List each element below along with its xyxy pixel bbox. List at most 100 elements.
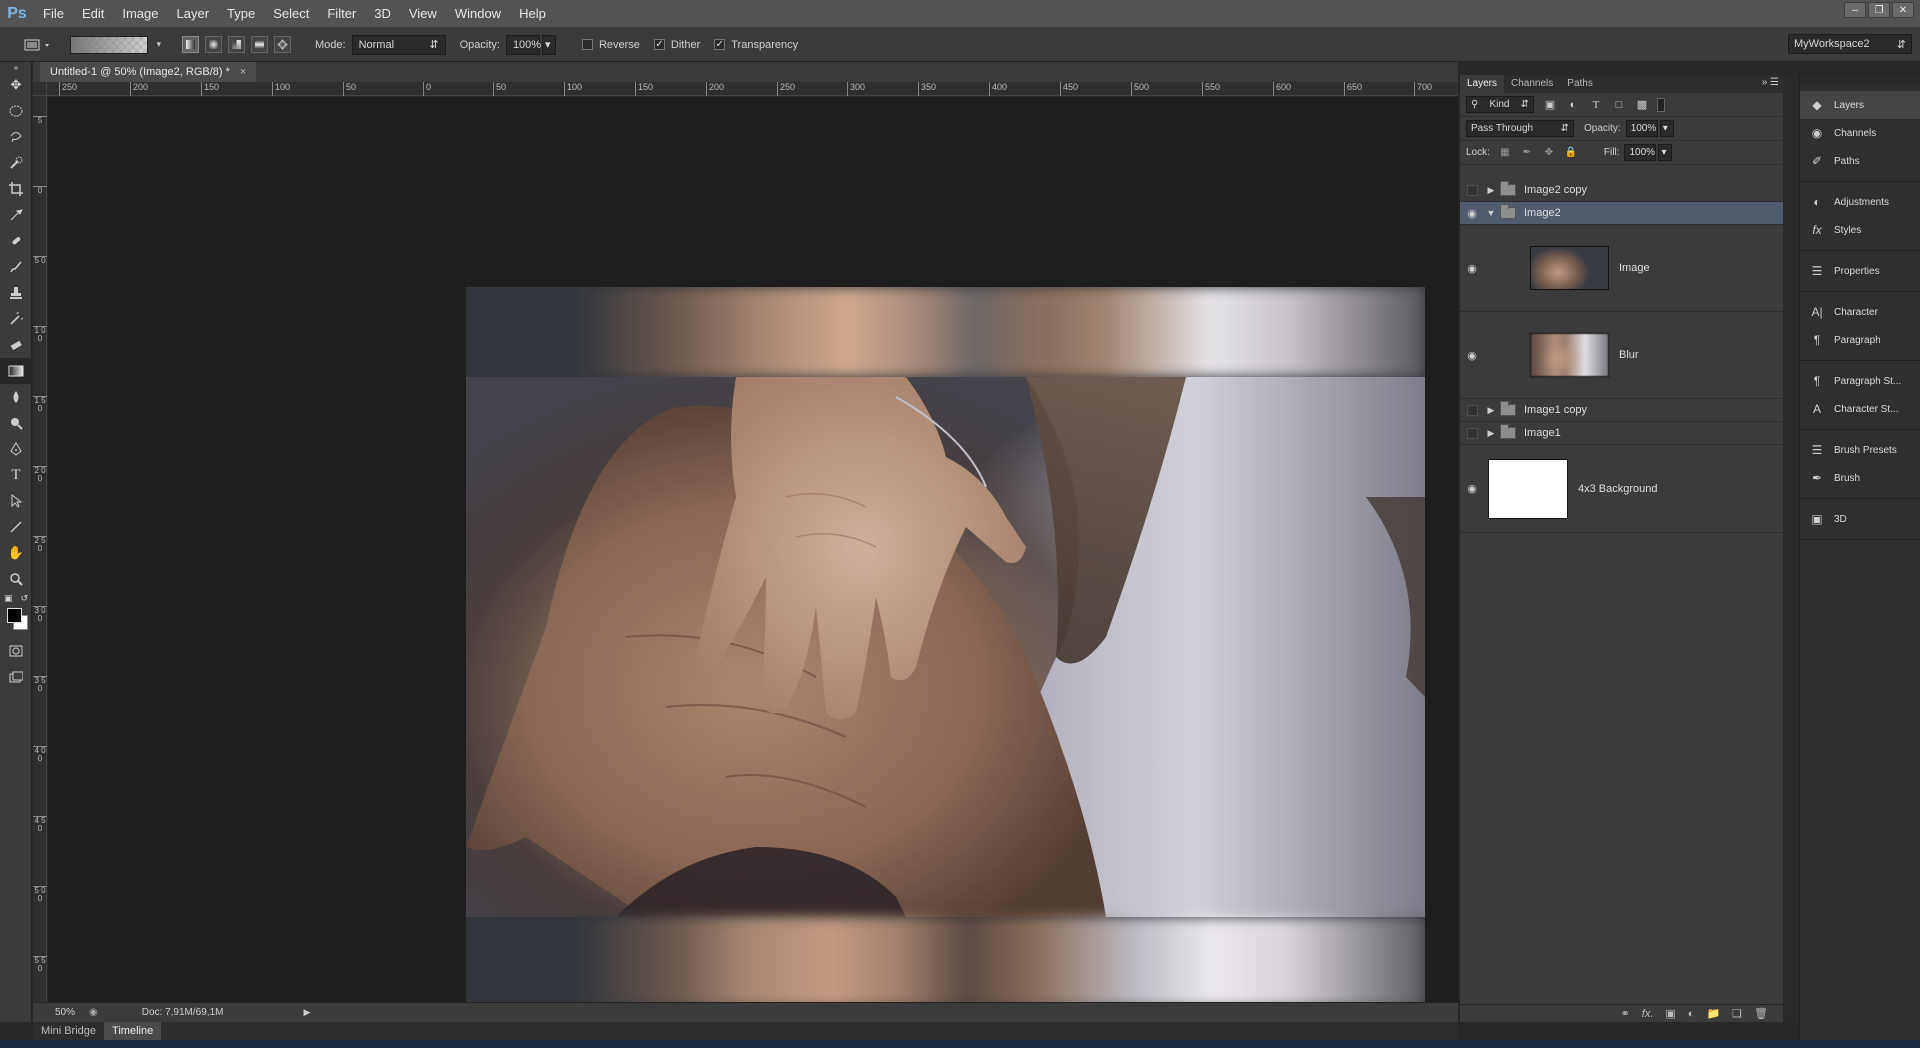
pixel-filter-icon[interactable]: ▣ <box>1543 98 1557 112</box>
zoom-level[interactable]: 50% <box>55 1007 75 1018</box>
quick-selection-tool-icon[interactable] <box>0 150 32 176</box>
dock-adjustments[interactable]: ◐ Adjustments <box>1800 188 1920 216</box>
angle-gradient-button[interactable] <box>228 36 245 53</box>
restore-icon[interactable]: ❐ <box>1868 2 1890 18</box>
menu-view[interactable]: View <box>400 0 446 28</box>
dock-properties[interactable]: ☰ Properties <box>1800 257 1920 285</box>
chevron-down-icon[interactable]: ▼ <box>1484 208 1498 218</box>
layer-row-image2-copy[interactable]: ▶ Image2 copy <box>1460 179 1784 202</box>
fx-icon[interactable]: fx. <box>1642 1008 1654 1020</box>
new-layer-icon[interactable]: ❏ <box>1732 1007 1742 1020</box>
tab-layers[interactable]: Layers <box>1460 75 1505 93</box>
link-layers-icon[interactable]: ⚭ <box>1621 1007 1630 1020</box>
radial-gradient-button[interactable] <box>205 36 222 53</box>
menu-3d[interactable]: 3D <box>365 0 400 28</box>
close-icon[interactable]: ✕ <box>1892 2 1914 18</box>
blur-tool-icon[interactable] <box>0 384 32 410</box>
hidden-visibility-icon[interactable] <box>1466 184 1478 196</box>
dither-checkbox[interactable]: ✓ Dither <box>653 39 700 51</box>
eye-icon[interactable]: ◉ <box>1460 312 1484 398</box>
lasso-tool-icon[interactable] <box>0 124 32 150</box>
menu-help[interactable]: Help <box>510 0 555 28</box>
reverse-checkbox[interactable]: Reverse <box>581 39 640 51</box>
dock-paths[interactable]: ✐ Paths <box>1800 147 1920 175</box>
menu-layer[interactable]: Layer <box>168 0 219 28</box>
checkmark-icon[interactable]: ✓ <box>714 39 726 50</box>
move-tool-icon[interactable]: ✥ <box>0 72 32 98</box>
dock-channels[interactable]: ◉ Channels <box>1800 119 1920 147</box>
history-brush-tool-icon[interactable] <box>0 306 32 332</box>
lock-all-icon[interactable]: 🔒 <box>1564 146 1578 160</box>
dock-collapse-bar[interactable] <box>1800 75 1920 85</box>
gradient-tool-icon[interactable] <box>0 358 32 384</box>
type-tool-icon[interactable]: T <box>0 462 32 488</box>
healing-brush-tool-icon[interactable] <box>0 228 32 254</box>
layer-row-blur[interactable]: ◉ Blur <box>1460 312 1784 399</box>
fill-input[interactable]: 100% <box>1624 144 1657 161</box>
clone-stamp-tool-icon[interactable] <box>0 280 32 306</box>
linear-gradient-button[interactable] <box>182 36 199 53</box>
menu-window[interactable]: Window <box>446 0 510 28</box>
quick-mask-icon[interactable] <box>0 638 32 664</box>
smart-object-filter-icon[interactable]: ▩ <box>1635 98 1649 112</box>
eyedropper-tool-icon[interactable] <box>0 202 32 228</box>
lock-transparent-icon[interactable]: ▦ <box>1498 146 1512 160</box>
swap-colors-icon[interactable]: ▣ ↺ <box>0 592 32 604</box>
visibility-toggle[interactable] <box>1460 422 1484 444</box>
layer-opacity-dropdown[interactable]: ▾ <box>1659 120 1674 137</box>
adjustment-filter-icon[interactable]: ◐ <box>1566 98 1580 112</box>
diamond-gradient-button[interactable] <box>274 36 291 53</box>
chevron-right-icon[interactable]: ▶ <box>1484 428 1498 439</box>
mode-select[interactable]: Normal ⇵ <box>351 34 446 55</box>
dock-character[interactable]: A| Character <box>1800 298 1920 326</box>
adjustment-layer-icon[interactable]: ◐ <box>1688 1008 1695 1020</box>
dock-paragraph[interactable]: ¶ Paragraph <box>1800 326 1920 354</box>
menu-edit[interactable]: Edit <box>73 0 113 28</box>
path-selection-tool-icon[interactable] <box>0 488 32 514</box>
tab-paths[interactable]: Paths <box>1560 75 1600 93</box>
crop-tool-icon[interactable] <box>0 176 32 202</box>
eraser-tool-icon[interactable] <box>0 332 32 358</box>
dock-styles[interactable]: fx Styles <box>1800 216 1920 244</box>
swap-arrow-icon[interactable]: ↺ <box>20 593 28 604</box>
hidden-visibility-icon[interactable] <box>1466 404 1478 416</box>
menu-file[interactable]: File <box>34 0 73 28</box>
eye-icon[interactable]: ◉ <box>1460 225 1484 311</box>
chevron-right-icon[interactable]: ▶ <box>1484 405 1498 416</box>
add-mask-icon[interactable]: ▣ <box>1665 1007 1675 1020</box>
eye-icon[interactable]: ◉ <box>1460 445 1484 532</box>
fill-dropdown[interactable]: ▾ <box>1658 144 1673 161</box>
filter-kind-select[interactable]: ⚲ Kind ⇵ <box>1466 96 1534 113</box>
gradient-picker[interactable]: ▾ <box>70 35 161 54</box>
opacity-input[interactable]: 100% <box>505 34 541 55</box>
type-filter-icon[interactable]: T <box>1589 98 1603 112</box>
new-group-icon[interactable]: 📁 <box>1706 1007 1720 1020</box>
play-icon[interactable]: ▶ <box>303 1007 310 1018</box>
lock-pixels-icon[interactable]: ✒ <box>1520 146 1534 160</box>
layer-row-image1-copy[interactable]: ▶ Image1 copy <box>1460 399 1784 422</box>
screen-mode-icon[interactable] <box>0 664 32 690</box>
menu-select[interactable]: Select <box>264 0 318 28</box>
filter-toggle-icon[interactable] <box>1657 97 1665 112</box>
workspace-select[interactable]: MyWorkspace2 ⇵ <box>1788 34 1912 54</box>
menu-type[interactable]: Type <box>218 0 264 28</box>
dock-paragraph-styles[interactable]: ¶ Paragraph St... <box>1800 367 1920 395</box>
layer-row-image[interactable]: ◉ Image <box>1460 225 1784 312</box>
default-colors-icon[interactable]: ▣ <box>4 593 13 604</box>
lock-position-icon[interactable]: ✥ <box>1542 146 1556 160</box>
layer-row-image1[interactable]: ▶ Image1 <box>1460 422 1784 445</box>
foreground-color-swatch[interactable] <box>7 608 22 623</box>
dock-brush[interactable]: ✒ Brush <box>1800 464 1920 492</box>
document-tab[interactable]: Untitled-1 @ 50% (Image2, RGB/8) * × <box>40 62 257 82</box>
tab-channels[interactable]: Channels <box>1504 75 1560 93</box>
tab-timeline[interactable]: Timeline <box>104 1022 162 1040</box>
menu-filter[interactable]: Filter <box>318 0 365 28</box>
blend-mode-select[interactable]: Pass Through ⇵ <box>1466 120 1574 137</box>
marquee-tool-icon[interactable] <box>0 98 32 124</box>
ruler-origin[interactable] <box>33 82 47 96</box>
transparency-checkbox[interactable]: ✓ Transparency <box>714 39 798 51</box>
zoom-tool-icon[interactable] <box>0 566 32 592</box>
opacity-dropdown[interactable]: ▾ <box>541 34 556 55</box>
panel-menu-icon[interactable]: » ☰ <box>1762 77 1779 88</box>
dock-brush-presets[interactable]: ☰ Brush Presets <box>1800 436 1920 464</box>
